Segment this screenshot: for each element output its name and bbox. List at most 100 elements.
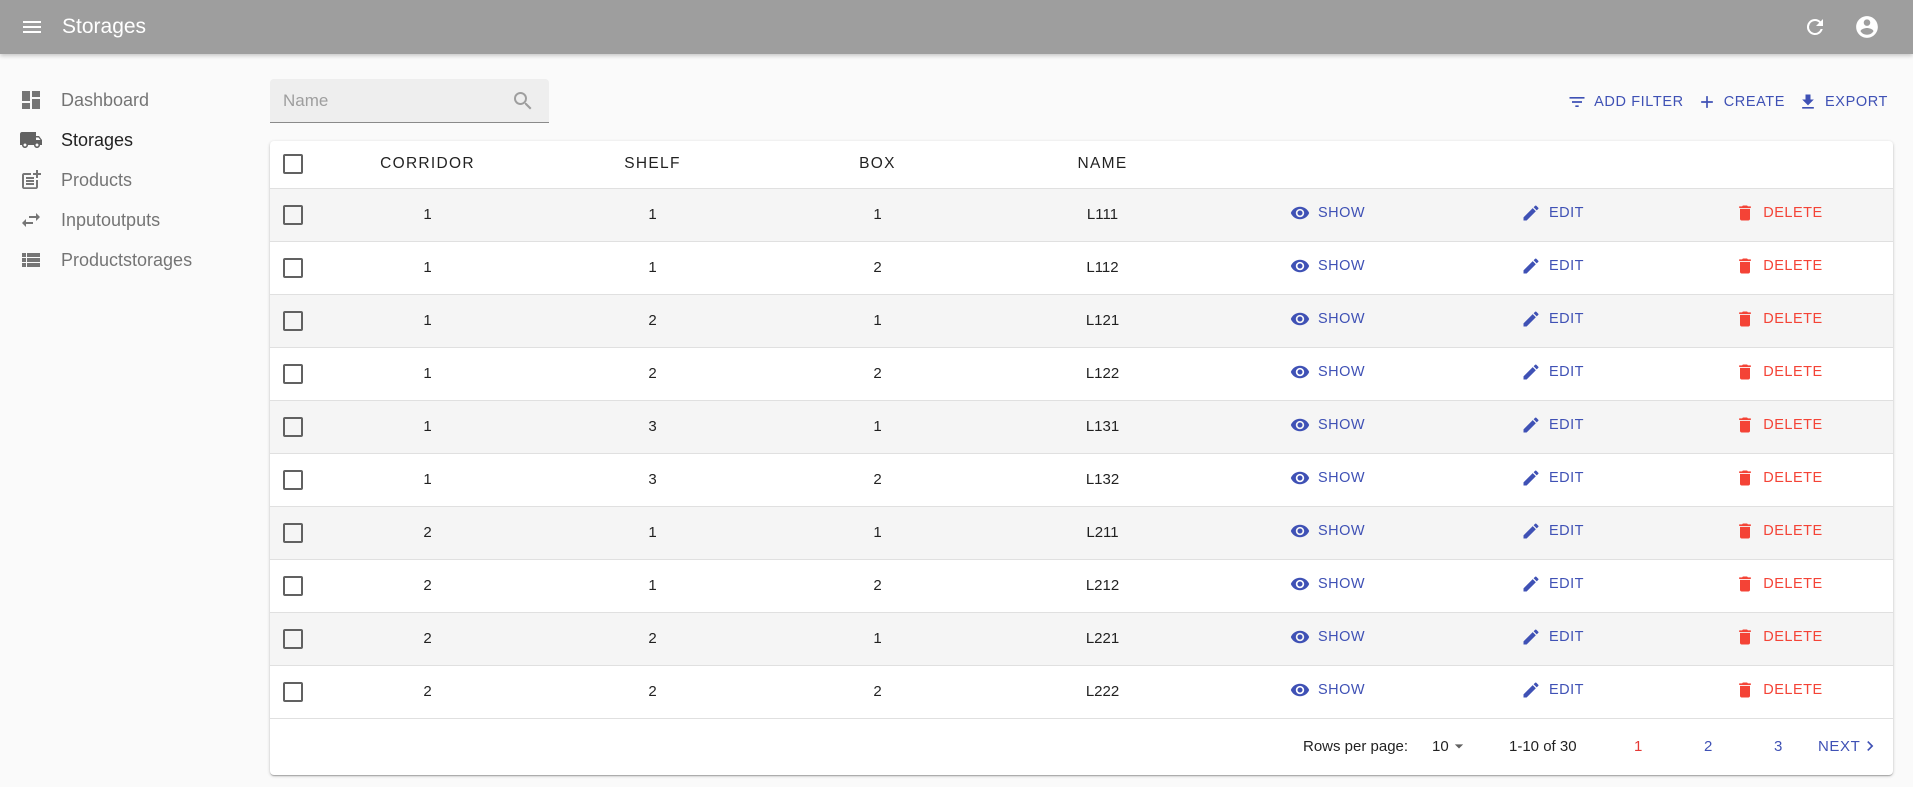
rows-per-page-select[interactable]: 10 bbox=[1432, 736, 1469, 756]
edit-button[interactable]: EDIT bbox=[1521, 468, 1584, 488]
delete-label: DELETE bbox=[1763, 522, 1823, 539]
show-label: SHOW bbox=[1317, 575, 1366, 592]
table-row[interactable]: 1 2 2 L122 SHOW EDIT DELETE bbox=[270, 347, 1893, 401]
cell-box: 1 bbox=[765, 506, 990, 560]
column-header-name[interactable]: NAME bbox=[990, 141, 1215, 189]
row-checkbox[interactable] bbox=[282, 416, 303, 437]
row-checkbox[interactable] bbox=[282, 257, 303, 278]
table-row[interactable]: 1 1 2 L112 SHOW EDIT DELETE bbox=[270, 241, 1893, 295]
cell-box: 2 bbox=[765, 559, 990, 613]
show-button[interactable]: SHOW bbox=[1290, 256, 1365, 276]
row-checkbox[interactable] bbox=[282, 681, 303, 702]
account-circle-icon[interactable] bbox=[1851, 11, 1883, 43]
edit-label: EDIT bbox=[1548, 363, 1585, 380]
show-button[interactable]: SHOW bbox=[1290, 574, 1365, 594]
delete-button[interactable]: DELETE bbox=[1735, 415, 1822, 435]
delete-button[interactable]: DELETE bbox=[1735, 468, 1822, 488]
show-button[interactable]: SHOW bbox=[1290, 627, 1365, 647]
table-row[interactable]: 2 2 1 L221 SHOW EDIT DELETE bbox=[270, 612, 1893, 666]
eye-icon bbox=[1290, 577, 1310, 590]
download-icon bbox=[1802, 94, 1814, 109]
delete-button[interactable]: DELETE bbox=[1735, 627, 1822, 647]
show-label: SHOW bbox=[1317, 628, 1366, 645]
delete-button[interactable]: DELETE bbox=[1735, 680, 1822, 700]
table-row[interactable]: 1 2 1 L121 SHOW EDIT DELETE bbox=[270, 294, 1893, 348]
storages-table: CORRIDOR SHELF BOX NAME 1 1 1 L111 SHOW EDIT D… bbox=[270, 141, 1893, 719]
delete-button[interactable]: DELETE bbox=[1735, 203, 1822, 223]
trash-icon bbox=[1739, 523, 1752, 538]
edit-button[interactable]: EDIT bbox=[1521, 362, 1584, 382]
edit-button[interactable]: EDIT bbox=[1521, 680, 1584, 700]
page-3-button[interactable]: 3 bbox=[1774, 738, 1782, 755]
table-row[interactable]: 1 3 2 L132 SHOW EDIT DELETE bbox=[270, 453, 1893, 507]
sidebar-item-dashboard[interactable]: Dashboard bbox=[0, 80, 260, 120]
edit-label: EDIT bbox=[1548, 628, 1585, 645]
search-input[interactable] bbox=[283, 90, 503, 111]
edit-button[interactable]: EDIT bbox=[1521, 627, 1584, 647]
edit-button[interactable]: EDIT bbox=[1521, 521, 1584, 541]
edit-button[interactable]: EDIT bbox=[1521, 574, 1584, 594]
next-page-button[interactable]: NEXT bbox=[1818, 736, 1880, 756]
row-checkbox[interactable] bbox=[282, 469, 303, 490]
row-checkbox[interactable] bbox=[282, 310, 303, 331]
row-checkbox[interactable] bbox=[282, 522, 303, 543]
table-row[interactable]: 2 1 1 L211 SHOW EDIT DELETE bbox=[270, 506, 1893, 560]
select-all-checkbox[interactable] bbox=[282, 154, 303, 175]
show-button[interactable]: SHOW bbox=[1290, 309, 1365, 329]
show-button[interactable]: SHOW bbox=[1290, 521, 1365, 541]
delete-button[interactable]: DELETE bbox=[1735, 574, 1822, 594]
sidebar-item-products[interactable]: Products bbox=[0, 160, 260, 200]
pagination-range: 1-10 of 30 bbox=[1509, 737, 1577, 755]
column-header-corridor[interactable]: CORRIDOR bbox=[315, 141, 540, 189]
refresh-icon[interactable] bbox=[1799, 11, 1831, 43]
sidebar-item-productstorages[interactable]: Productstorages bbox=[0, 240, 260, 280]
show-button[interactable]: SHOW bbox=[1290, 362, 1365, 382]
delete-button[interactable]: DELETE bbox=[1735, 521, 1822, 541]
edit-button[interactable]: EDIT bbox=[1521, 309, 1584, 329]
column-header-box[interactable]: BOX bbox=[765, 141, 990, 189]
show-button[interactable]: SHOW bbox=[1290, 203, 1365, 223]
cell-name: L122 bbox=[990, 347, 1215, 401]
app-bar: Storages bbox=[0, 0, 1913, 54]
edit-button[interactable]: EDIT bbox=[1521, 256, 1584, 276]
row-checkbox[interactable] bbox=[282, 363, 303, 384]
table-row[interactable]: 1 1 1 L111 SHOW EDIT DELETE bbox=[270, 188, 1893, 242]
sidebar-item-storages[interactable]: Storages bbox=[0, 120, 260, 160]
page-1-button[interactable]: 1 bbox=[1634, 738, 1642, 755]
trash-icon bbox=[1739, 576, 1752, 591]
post-add-icon bbox=[19, 168, 43, 192]
cell-name: L222 bbox=[990, 665, 1215, 719]
delete-button[interactable]: DELETE bbox=[1735, 362, 1822, 382]
export-button[interactable]: EXPORT bbox=[1798, 92, 1888, 112]
sidebar-item-inputoutputs[interactable]: Inputoutputs bbox=[0, 200, 260, 240]
eye-icon bbox=[1290, 418, 1310, 431]
page-2-button[interactable]: 2 bbox=[1704, 738, 1712, 755]
delete-button[interactable]: DELETE bbox=[1735, 309, 1822, 329]
menu-icon[interactable] bbox=[16, 11, 48, 43]
table-row[interactable]: 2 1 2 L212 SHOW EDIT DELETE bbox=[270, 559, 1893, 613]
edit-button[interactable]: EDIT bbox=[1521, 203, 1584, 223]
delete-button[interactable]: DELETE bbox=[1735, 256, 1822, 276]
chevron-right-icon bbox=[1867, 741, 1874, 751]
cell-name: L111 bbox=[990, 188, 1215, 242]
edit-button[interactable]: EDIT bbox=[1521, 415, 1584, 435]
row-checkbox[interactable] bbox=[282, 628, 303, 649]
column-header-shelf[interactable]: SHELF bbox=[540, 141, 765, 189]
cell-name: L212 bbox=[990, 559, 1215, 613]
add-filter-button[interactable]: ADD FILTER bbox=[1567, 92, 1684, 112]
eye-icon bbox=[1290, 630, 1310, 643]
create-button[interactable]: CREATE bbox=[1697, 92, 1785, 112]
table-row[interactable]: 1 3 1 L131 SHOW EDIT DELETE bbox=[270, 400, 1893, 454]
delete-label: DELETE bbox=[1763, 469, 1823, 486]
pencil-icon bbox=[1523, 522, 1539, 538]
pencil-icon bbox=[1523, 310, 1539, 326]
show-button[interactable]: SHOW bbox=[1290, 415, 1365, 435]
cell-shelf: 3 bbox=[540, 400, 765, 454]
table-row[interactable]: 2 2 2 L222 SHOW EDIT DELETE bbox=[270, 665, 1893, 719]
cell-shelf: 3 bbox=[540, 453, 765, 507]
show-button[interactable]: SHOW bbox=[1290, 680, 1365, 700]
row-checkbox[interactable] bbox=[282, 204, 303, 225]
row-checkbox[interactable] bbox=[282, 575, 303, 596]
cell-shelf: 1 bbox=[540, 506, 765, 560]
show-button[interactable]: SHOW bbox=[1290, 468, 1365, 488]
